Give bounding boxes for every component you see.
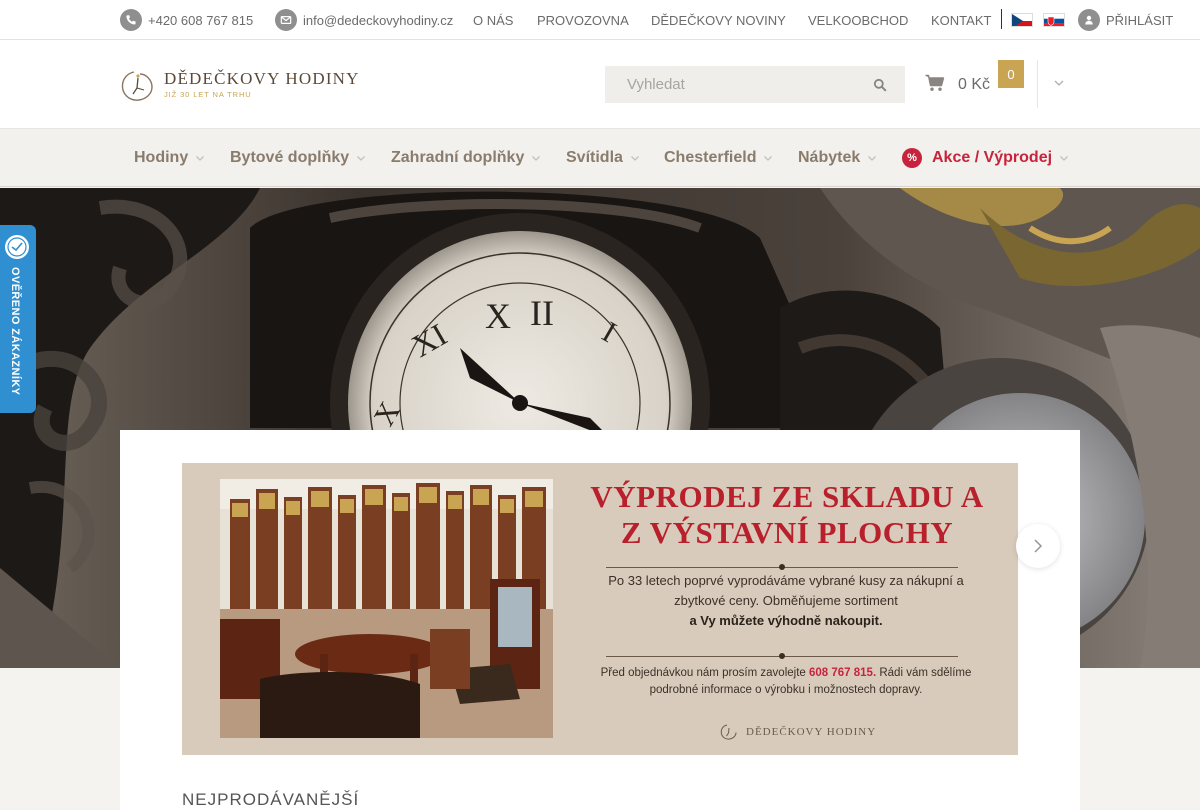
email-address: info@dedeckovyhodiny.cz [303, 12, 454, 28]
chevron-down-icon [356, 155, 366, 162]
logo-emblem-icon [121, 71, 153, 101]
slovak-flag-icon[interactable] [1043, 13, 1065, 27]
nav-item-zahradni-doplnky[interactable]: Zahradní doplňky [391, 129, 541, 187]
chevron-down-icon [763, 155, 773, 162]
banner-phone: 608 767 815. [809, 667, 877, 679]
email-link[interactable]: info@dedeckovyhodiny.cz [275, 0, 453, 40]
banner-logo: DĚDEČKOVY HODINY [720, 723, 876, 741]
banner-text: Po 33 letech poprvé vyprodáváme vybrané … [586, 571, 986, 631]
verified-badge[interactable]: OVĚŘENO ZÁKAZNÍKY [0, 225, 36, 413]
chevron-down-icon [630, 155, 640, 162]
topnav-dedeckovy-noviny[interactable]: DĚDEČKOVY NOVINY [651, 0, 786, 40]
banner-dot [779, 564, 785, 570]
nav-item-nabytek[interactable]: Nábytek [798, 129, 877, 187]
banner-note: Před objednávkou nám prosím zavolejte 60… [586, 665, 986, 699]
banner-dot [779, 653, 785, 659]
login-link[interactable]: PŘIHLÁSIT [1078, 0, 1173, 40]
topnav-o-nas[interactable]: O NÁS [473, 0, 513, 40]
chevron-right-icon [1034, 539, 1043, 553]
search-icon [873, 78, 887, 91]
top-bar: +420 608 767 815 info@dedeckovyhodiny.cz… [0, 0, 1200, 40]
site-header: DĚDEČKOVY HODINY JIŽ 30 LET NA TRHU 0 Kč… [0, 40, 1200, 128]
verified-badge-label: OVĚŘENO ZÁKAZNÍKY [9, 267, 21, 396]
cart-icon [925, 74, 945, 91]
banner-title-line1: VÝPRODEJ ZE SKLADU A [590, 479, 984, 514]
nav-item-hodiny[interactable]: Hodiny [134, 129, 205, 187]
main-nav: Hodiny Bytové doplňky Zahradní doplňky S… [0, 128, 1200, 187]
nav-item-svitidla[interactable]: Svítidla [566, 129, 640, 187]
logo-title: DĚDEČKOVY HODINY [164, 69, 360, 88]
topbar-divider [1001, 9, 1002, 29]
nav-item-chesterfield[interactable]: Chesterfield [664, 129, 773, 187]
promo-banner[interactable]: VÝPRODEJ ZE SKLADU A Z VÝSTAVNÍ PLOCHY P… [182, 463, 1018, 755]
section-title: NEJPRODÁVANĚJŠÍ [182, 790, 360, 809]
nav-item-akce-vyprodej[interactable]: % Akce / Výprodej [902, 129, 1069, 187]
chevron-down-icon[interactable] [1053, 79, 1065, 87]
topnav-kontakt[interactable]: KONTAKT [931, 0, 991, 40]
banner-note-part1: Před objednávkou nám prosím zavolejte [600, 667, 806, 679]
search-button[interactable] [855, 66, 905, 103]
nav-item-label: Nábytek [798, 149, 861, 166]
topnav-provozovna[interactable]: PROVOZOVNA [537, 0, 629, 40]
svg-text:X: X [485, 296, 511, 336]
nav-item-label: Zahradní doplňky [391, 149, 525, 166]
content-card: VÝPRODEJ ZE SKLADU A Z VÝSTAVNÍ PLOCHY P… [120, 430, 1080, 810]
carousel-next-button[interactable] [1016, 524, 1060, 568]
nav-item-label: Akce / Výprodej [932, 149, 1053, 166]
nav-item-label: Hodiny [134, 149, 189, 166]
phone-link[interactable]: +420 608 767 815 [120, 0, 253, 40]
banner-text-bold: a Vy můžete výhodně nakoupit. [689, 613, 883, 628]
banner-title: VÝPRODEJ ZE SKLADU A Z VÝSTAVNÍ PLOCHY [568, 479, 1006, 551]
search-input[interactable] [605, 66, 860, 103]
banner-title-line2: Z VÝSTAVNÍ PLOCHY [620, 515, 954, 550]
envelope-icon [275, 9, 297, 31]
cart-count-badge: 0 [998, 60, 1024, 88]
percent-icon: % [902, 148, 922, 168]
nav-item-label: Chesterfield [664, 149, 757, 166]
phone-icon [120, 9, 142, 31]
czech-flag-icon[interactable] [1011, 13, 1033, 27]
svg-text:II: II [530, 293, 554, 333]
verified-logo-icon [5, 235, 29, 259]
banner-logo-text: DĚDEČKOVY HODINY [746, 726, 877, 738]
chevron-down-icon [531, 155, 541, 162]
site-logo[interactable]: DĚDEČKOVY HODINY JIŽ 30 LET NA TRHU [120, 68, 360, 102]
nav-item-bytove-doplnky[interactable]: Bytové doplňky [230, 129, 366, 187]
logo-subtitle: JIŽ 30 LET NA TRHU [164, 90, 252, 99]
header-divider [1037, 60, 1038, 108]
phone-number: +420 608 767 815 [148, 12, 254, 28]
topnav-velkoobchod[interactable]: VELKOOBCHOD [808, 0, 908, 40]
chevron-down-icon [867, 155, 877, 162]
chevron-down-icon [1059, 155, 1069, 162]
nav-item-label: Svítidla [566, 149, 623, 166]
showroom-photo [220, 479, 553, 738]
cart-total: 0 Kč [958, 76, 991, 93]
nav-item-label: Bytové doplňky [230, 149, 350, 166]
cart-button[interactable]: 0 Kč 0 [925, 60, 1025, 102]
banner-text-main: Po 33 letech poprvé vyprodáváme vybrané … [608, 573, 964, 608]
chevron-down-icon [195, 155, 205, 162]
logo-emblem-icon [720, 724, 737, 740]
login-label: PŘIHLÁSIT [1106, 12, 1174, 28]
user-icon [1078, 9, 1100, 31]
search-box [605, 66, 905, 103]
